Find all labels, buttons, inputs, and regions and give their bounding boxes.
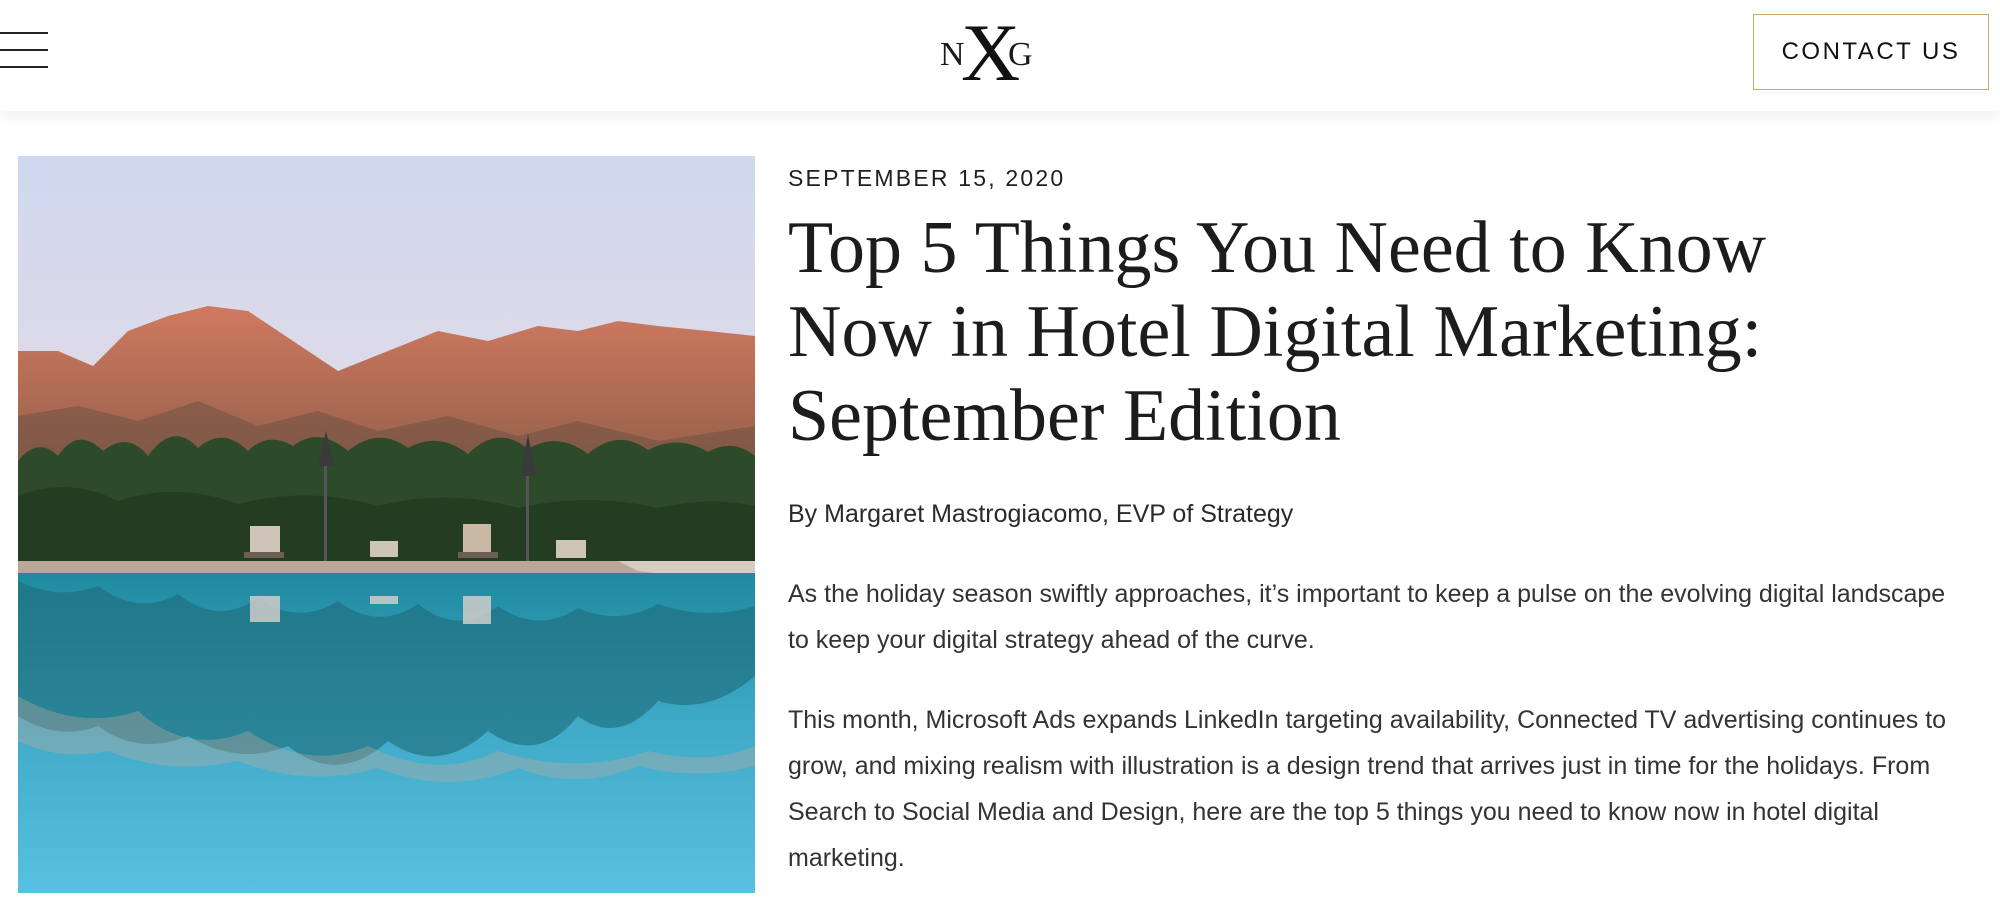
article-byline: By Margaret Mastrogiacomo, EVP of Strate… xyxy=(788,500,1294,528)
article: SEPTEMBER 15, 2020 Top 5 Things You Need… xyxy=(788,160,1968,881)
article-title: Top 5 Things You Need to Know Now in Hot… xyxy=(788,207,1767,457)
menu-line xyxy=(0,66,48,68)
article-date: SEPTEMBER 15, 2020 xyxy=(788,165,1066,191)
pool-mountain-photo xyxy=(18,156,755,893)
article-paragraph: As the holiday season swiftly approaches… xyxy=(788,580,1946,654)
site-header: N X G CONTACT US xyxy=(0,0,2000,111)
article-paragraph: This month, Microsoft Ads expands Linked… xyxy=(788,706,1947,872)
menu-line xyxy=(0,49,48,51)
contact-us-button[interactable]: CONTACT US xyxy=(1753,14,1989,90)
menu-line xyxy=(0,32,48,34)
logo-letter-g: G xyxy=(1008,36,1033,73)
nxg-logo[interactable]: N X G xyxy=(935,12,1035,94)
hero-image xyxy=(18,156,755,893)
hamburger-menu-icon[interactable] xyxy=(0,32,48,70)
